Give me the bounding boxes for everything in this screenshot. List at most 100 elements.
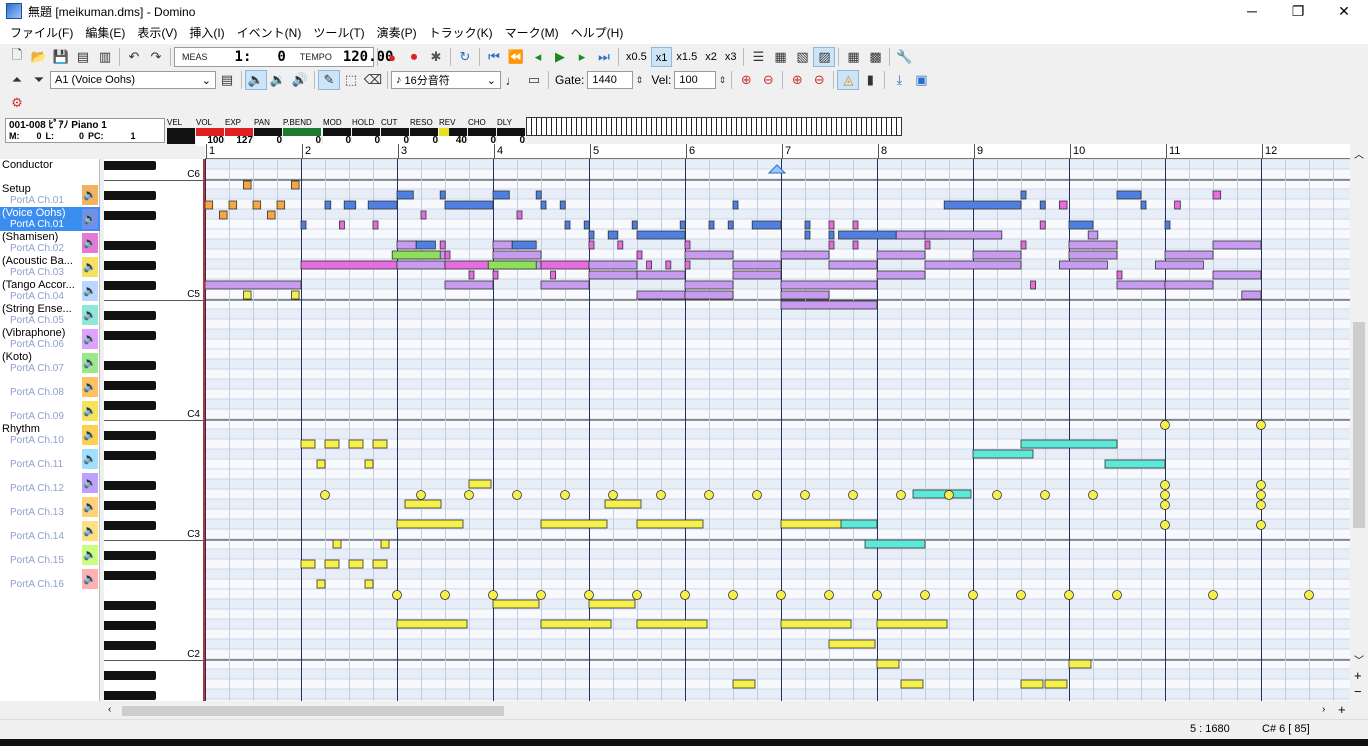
- menu-event[interactable]: イベント(N): [231, 22, 308, 44]
- track-select[interactable]: A1 (Voice Oohs) ⌄: [50, 71, 216, 89]
- track-row[interactable]: (String Ense... PortA Ch.05 🔈: [0, 303, 100, 327]
- track-row[interactable]: (Shamisen) PortA Ch.02 🔈: [0, 231, 100, 255]
- black-key[interactable]: [104, 261, 156, 270]
- track-mute-speaker-icon[interactable]: 🔈: [82, 353, 98, 373]
- measure-number[interactable]: 6: [686, 144, 695, 159]
- track-mute-speaker-icon[interactable]: 🔈: [82, 281, 98, 301]
- menu-help[interactable]: ヘルプ(H): [565, 22, 630, 44]
- go-start-icon[interactable]: ⏮: [483, 47, 505, 67]
- plugin-icon[interactable]: ⚙: [6, 93, 28, 113]
- black-key[interactable]: [104, 501, 156, 510]
- zoom-minus-icon[interactable]: −: [1354, 684, 1362, 699]
- black-key[interactable]: [104, 211, 156, 220]
- triplet-icon[interactable]: ▭: [523, 70, 545, 90]
- scroll-right-icon[interactable]: ›: [1322, 704, 1325, 715]
- speed-x1-button[interactable]: x1: [650, 47, 673, 67]
- vel-input[interactable]: 100: [674, 71, 717, 89]
- track-mute-speaker-icon[interactable]: 🔈: [82, 185, 98, 205]
- properties-icon[interactable]: ▥: [94, 47, 116, 67]
- track-mute-speaker-icon[interactable]: 🔈: [82, 497, 98, 517]
- track-row[interactable]: (Koto) PortA Ch.07 🔈: [0, 351, 100, 375]
- print-icon[interactable]: ▤: [72, 47, 94, 67]
- measure-number[interactable]: 2: [302, 144, 311, 159]
- grid-view-icon[interactable]: ▦: [842, 47, 864, 67]
- black-key[interactable]: [104, 641, 156, 650]
- track-mute-speaker-icon[interactable]: 🔈: [82, 401, 98, 421]
- track-mute-speaker-icon[interactable]: 🔈: [82, 473, 98, 493]
- measure-number[interactable]: 9: [974, 144, 983, 159]
- black-key[interactable]: [104, 281, 156, 290]
- track-mute-speaker-icon[interactable]: 🔈: [82, 545, 98, 565]
- track-row[interactable]: Conductor: [0, 159, 100, 183]
- track-row[interactable]: PortA Ch.08 🔈: [0, 375, 100, 399]
- black-key[interactable]: [104, 331, 156, 340]
- next-icon[interactable]: ▸: [571, 47, 593, 67]
- menu-tool[interactable]: ツール(T): [307, 22, 370, 44]
- track-view-icon[interactable]: ▨: [813, 47, 836, 67]
- black-key[interactable]: [104, 401, 156, 410]
- speaker-solo-icon[interactable]: 🔉: [267, 70, 289, 90]
- black-key[interactable]: [104, 521, 156, 530]
- speed-x2-button[interactable]: x2: [701, 47, 721, 67]
- track-up-icon[interactable]: ⏶: [6, 70, 28, 90]
- open-file-icon[interactable]: 📂: [28, 47, 50, 67]
- menu-insert[interactable]: 挿入(I): [183, 22, 230, 44]
- black-key[interactable]: [104, 481, 156, 490]
- measure-number[interactable]: 7: [782, 144, 791, 159]
- piano-roll-canvas[interactable]: [205, 159, 1350, 701]
- track-row[interactable]: PortA Ch.15 🔈: [0, 543, 100, 567]
- track-row[interactable]: PortA Ch.11 🔈: [0, 447, 100, 471]
- step-record-icon[interactable]: ⏺: [403, 47, 425, 67]
- track-mute-speaker-icon[interactable]: 🔈: [82, 329, 98, 349]
- vzoom-out-icon[interactable]: ⊖: [808, 70, 830, 90]
- note-length-select[interactable]: ♪ 16分音符 ⌄: [391, 71, 501, 89]
- maximize-button[interactable]: ❐: [1275, 0, 1321, 22]
- menu-view[interactable]: 表示(V): [131, 22, 183, 44]
- track-row[interactable]: (Tango Accor... PortA Ch.04 🔈: [0, 279, 100, 303]
- scroll-left-icon[interactable]: ‹: [108, 704, 111, 715]
- redo-icon[interactable]: ↷: [145, 47, 167, 67]
- piano-keyboard[interactable]: C6 C5 C4 C3 C2: [104, 159, 205, 701]
- black-key[interactable]: [104, 241, 156, 250]
- black-key[interactable]: [104, 451, 156, 460]
- menu-file[interactable]: ファイル(F): [4, 22, 79, 44]
- menu-mark[interactable]: マーク(M): [499, 22, 565, 44]
- gate-input[interactable]: 1440: [587, 71, 634, 89]
- track-row[interactable]: PortA Ch.13 🔈: [0, 495, 100, 519]
- track-mute-speaker-icon[interactable]: 🔈: [82, 377, 98, 397]
- track-list-icon[interactable]: ▤: [216, 70, 238, 90]
- black-key[interactable]: [104, 381, 156, 390]
- quantize-icon[interactable]: ◬: [837, 70, 860, 90]
- track-row[interactable]: (Vibraphone) PortA Ch.06 🔈: [0, 327, 100, 351]
- track-down-icon[interactable]: ⏷: [28, 70, 50, 90]
- measure-number[interactable]: 1: [206, 144, 215, 159]
- black-key[interactable]: [104, 621, 156, 630]
- record-icon[interactable]: ●: [381, 47, 403, 67]
- event-graph-icon[interactable]: ▧: [791, 47, 813, 67]
- horizontal-scroll-thumb[interactable]: [122, 706, 504, 716]
- piano-roll-icon[interactable]: ▦: [769, 47, 791, 67]
- measure-number[interactable]: 4: [494, 144, 503, 159]
- black-key[interactable]: [104, 601, 156, 610]
- select-rect-icon[interactable]: ⬚: [340, 70, 362, 90]
- prev-icon[interactable]: ◂: [527, 47, 549, 67]
- vertical-scroll-thumb[interactable]: [1353, 322, 1365, 528]
- metronome-icon[interactable]: ✱: [425, 47, 447, 67]
- track-row[interactable]: Rhythm PortA Ch.10 🔈: [0, 423, 100, 447]
- piano-roll[interactable]: [205, 159, 1350, 701]
- black-key[interactable]: [104, 551, 156, 560]
- black-key[interactable]: [104, 691, 156, 700]
- black-key[interactable]: [104, 431, 156, 440]
- measure-number[interactable]: 11: [1166, 144, 1180, 159]
- horizontal-scrollbar[interactable]: ‹ › +: [104, 702, 1350, 719]
- menu-track[interactable]: トラック(K): [423, 22, 499, 44]
- track-row[interactable]: PortA Ch.14 🔈: [0, 519, 100, 543]
- measure-number[interactable]: 12: [1262, 144, 1277, 159]
- track-mute-speaker-icon[interactable]: 🔈: [82, 425, 98, 445]
- minimize-button[interactable]: ─: [1229, 0, 1275, 22]
- rewind-icon[interactable]: ⏪: [505, 47, 527, 67]
- speed-x3-button[interactable]: x3: [721, 47, 741, 67]
- new-file-icon[interactable]: 🗋: [6, 47, 28, 67]
- menu-edit[interactable]: 編集(E): [79, 22, 131, 44]
- import-icon[interactable]: ⤓: [888, 70, 910, 90]
